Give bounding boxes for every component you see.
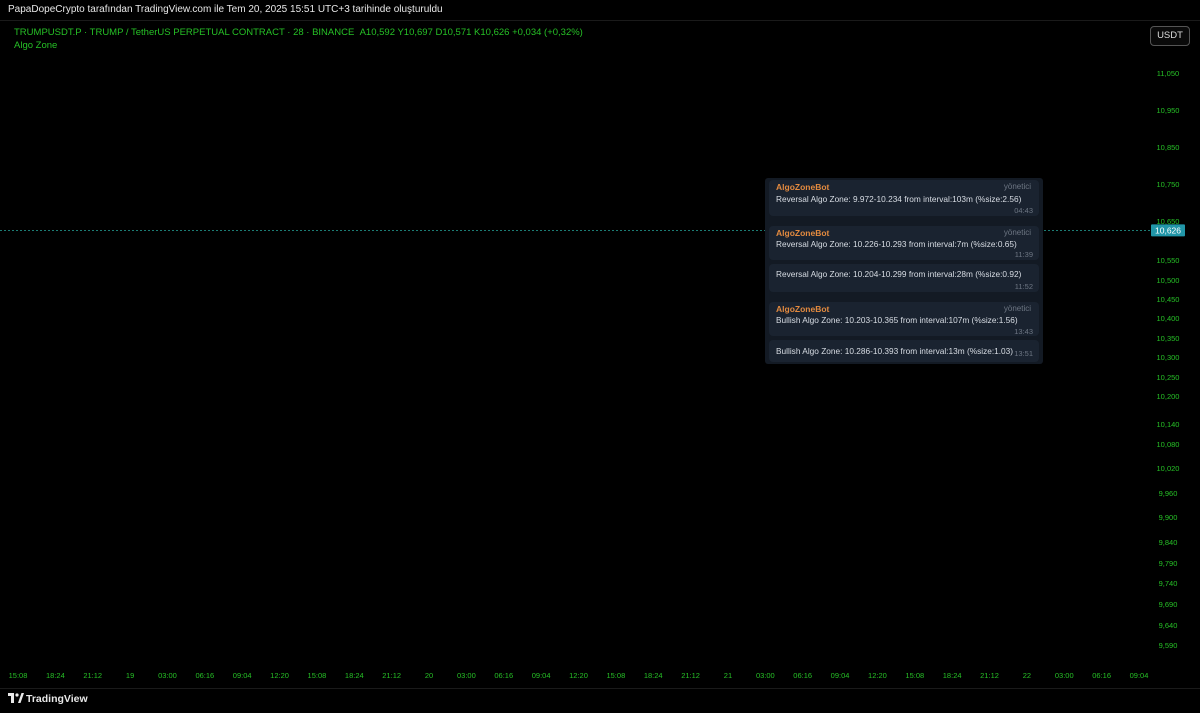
y-tick-label: 10,200 <box>1157 392 1180 401</box>
y-tick-label: 10,450 <box>1157 295 1180 304</box>
x-tick-label: 03:00 <box>756 671 775 680</box>
x-tick-label: 18:24 <box>46 671 65 680</box>
y-tick-label: 9,640 <box>1159 621 1178 630</box>
currency-button[interactable]: USDT <box>1150 26 1190 46</box>
x-tick-label: 21:12 <box>83 671 102 680</box>
x-tick-label: 21:12 <box>382 671 401 680</box>
symbol-title: TRUMPUSDT.P · TRUMP / TetherUS PERPETUAL… <box>14 27 355 38</box>
y-tick-label: 10,140 <box>1157 420 1180 429</box>
y-tick-label: 10,080 <box>1157 440 1180 449</box>
message-role: yönetici <box>1003 228 1031 237</box>
y-tick-label: 9,790 <box>1159 559 1178 568</box>
y-tick-label: 10,850 <box>1157 143 1180 152</box>
x-tick-label: 21:12 <box>980 671 999 680</box>
message-text: Reversal Algo Zone: 10.226-10.293 from i… <box>776 239 1017 249</box>
x-tick-label: 06:16 <box>1092 671 1111 680</box>
x-tick-label: 18:24 <box>644 671 663 680</box>
x-tick-label: 15:08 <box>905 671 924 680</box>
x-tick-label: 03:00 <box>158 671 177 680</box>
x-tick-label: 09:04 <box>1130 671 1149 680</box>
x-tick-label: 06:16 <box>494 671 513 680</box>
algo-zone-messages-panel: AlgoZoneBot yönetici Reversal Algo Zone:… <box>765 178 1043 364</box>
message-time: 11:39 <box>1014 250 1033 259</box>
y-tick-label: 10,400 <box>1157 314 1180 323</box>
y-tick-label: 9,840 <box>1159 538 1178 547</box>
message-time: 13:51 <box>1014 349 1033 358</box>
y-tick-label: 10,350 <box>1157 334 1180 343</box>
footer-bar <box>0 688 1200 713</box>
x-tick-label: 09:04 <box>532 671 551 680</box>
y-tick-label: 10,750 <box>1157 180 1180 189</box>
y-tick-label: 10,550 <box>1157 256 1180 265</box>
y-axis: 11,05010,95010,85010,75010,65010,55010,5… <box>1157 69 1180 650</box>
x-tick-label: 12:20 <box>569 671 588 680</box>
x-tick-label: 06:16 <box>793 671 812 680</box>
y-tick-label: 11,050 <box>1157 69 1179 78</box>
message-role: yönetici <box>1003 182 1031 191</box>
message-time: 11:52 <box>1014 282 1033 291</box>
x-axis: 15:08 18:24 21:12 19 03:00 06:16 09:04 12:20 15:… <box>9 671 1149 680</box>
message-text: Reversal Algo Zone: 9.972-10.234 from in… <box>776 194 1022 204</box>
y-tick-label: 9,590 <box>1159 641 1178 650</box>
message-sender: AlgoZoneBot <box>776 228 830 238</box>
y-tick-label: 9,960 <box>1159 489 1178 498</box>
message-sender: AlgoZoneBot <box>776 182 830 192</box>
y-tick-label: 9,690 <box>1159 600 1178 609</box>
attribution-text: PapaDopeCrypto tarafından TradingView.co… <box>8 4 443 15</box>
x-tick-label: 12:20 <box>868 671 887 680</box>
x-tick-label: 15:08 <box>606 671 625 680</box>
message-text: Bullish Algo Zone: 10.203-10.365 from in… <box>776 315 1018 325</box>
y-tick-label: 10,020 <box>1157 464 1180 473</box>
x-tick-label: 03:00 <box>457 671 476 680</box>
x-tick-label: 15:08 <box>9 671 28 680</box>
attribution-bar: PapaDopeCrypto tarafından TradingView.co… <box>0 0 1200 21</box>
last-price-label: 10,626 <box>1155 225 1181 235</box>
message-sender: AlgoZoneBot <box>776 304 830 314</box>
y-tick-label: 10,250 <box>1157 373 1180 382</box>
x-tick-label: 09:04 <box>831 671 850 680</box>
symbol-info: TRUMPUSDT.P · TRUMP / TetherUS PERPETUAL… <box>14 27 583 38</box>
x-tick-label: 21:12 <box>681 671 700 680</box>
x-tick-label: 03:00 <box>1055 671 1074 680</box>
message-time: 04:43 <box>1014 206 1033 215</box>
tradingview-brand[interactable]: TradingView <box>26 693 88 705</box>
y-tick-label: 9,740 <box>1159 579 1178 588</box>
y-tick-label: 10,300 <box>1157 353 1180 362</box>
x-tick-label: 21 <box>724 671 732 680</box>
message-time: 13:43 <box>1014 327 1033 336</box>
symbol-ohlc: A10,592 Y10,697 D10,571 K10,626 +0,034 (… <box>359 27 583 38</box>
x-tick-label: 18:24 <box>943 671 962 680</box>
message-text: Reversal Algo Zone: 10.204-10.299 from i… <box>776 269 1022 279</box>
x-tick-label: 15:08 <box>308 671 327 680</box>
x-tick-label: 20 <box>425 671 433 680</box>
message-role: yönetici <box>1003 304 1031 313</box>
y-tick-label: 9,900 <box>1159 513 1178 522</box>
x-tick-label: 19 <box>126 671 134 680</box>
x-tick-label: 22 <box>1023 671 1031 680</box>
x-tick-label: 18:24 <box>345 671 364 680</box>
y-tick-label: 10,500 <box>1157 276 1180 285</box>
x-tick-label: 12:20 <box>270 671 289 680</box>
x-tick-label: 06:16 <box>195 671 214 680</box>
tradingview-logo-icon <box>8 693 24 703</box>
x-tick-label: 09:04 <box>233 671 252 680</box>
y-tick-label: 10,950 <box>1157 106 1180 115</box>
message-text: Bullish Algo Zone: 10.286-10.393 from in… <box>776 346 1014 356</box>
indicator-label[interactable]: Algo Zone <box>14 40 57 51</box>
